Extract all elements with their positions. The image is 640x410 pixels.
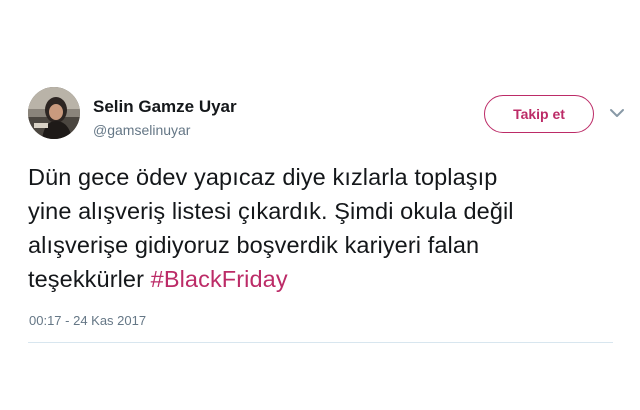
display-name[interactable]: Selin Gamze Uyar [93,97,237,117]
tweet-text-line: alışverişe gidiyoruz boşverdik kariyeri … [28,232,480,258]
hashtag-link[interactable]: #BlackFriday [151,266,288,292]
profile-photo-icon [28,87,80,139]
avatar[interactable] [28,87,80,139]
tweet-text-fragment: teşekkürler [28,266,151,292]
tweet-text-line: Dün gece ödev yapıcaz diye kızlarla topl… [28,164,498,190]
tweet-timestamp[interactable]: 00:17 - 24 Kas 2017 [29,313,146,328]
tweet-text-line: yine alışveriş listesi çıkardık. Şimdi o… [28,198,514,224]
chevron-down-icon[interactable] [609,106,625,120]
tweet-text: Dün gece ödev yapıcaz diye kızlarla topl… [28,160,628,296]
divider [28,342,613,343]
follow-button[interactable]: Takip et [484,95,594,133]
tweet-card: Selin Gamze Uyar @gamselinuyar Takip et … [0,0,640,410]
tweet-text-line: teşekkürler #BlackFriday [28,262,628,296]
user-handle[interactable]: @gamselinuyar [93,122,190,138]
